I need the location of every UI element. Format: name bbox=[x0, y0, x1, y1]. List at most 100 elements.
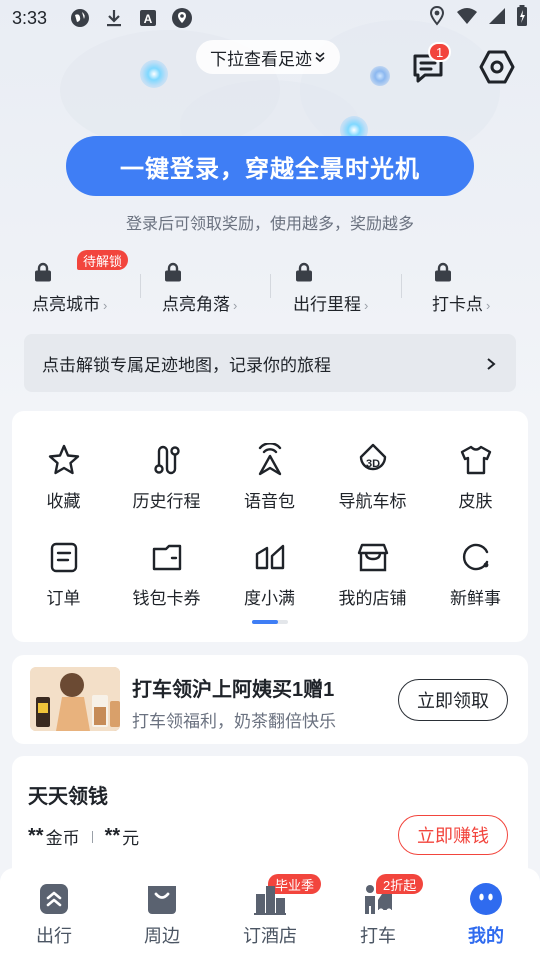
lock-icon bbox=[295, 262, 313, 282]
chevron-right-icon bbox=[484, 356, 498, 370]
footprint-stats-row: 待解锁 点亮城市 › 点亮角落 › 出行里程 › 打卡点 › bbox=[0, 250, 540, 316]
tool-label: 导航车标 bbox=[338, 492, 407, 511]
tab-taxi[interactable]: 2折起 打车 bbox=[324, 868, 432, 960]
chevron-right-icon: › bbox=[364, 298, 369, 313]
tool-label: 钱包卡券 bbox=[132, 589, 201, 608]
tab-label: 周边 bbox=[144, 926, 180, 946]
signal-icon bbox=[488, 7, 506, 30]
tool-fresh-news[interactable]: 新鲜事 bbox=[424, 540, 527, 620]
lock-icon bbox=[164, 262, 182, 282]
tool-label: 度小满 bbox=[244, 589, 295, 608]
taxi-icon bbox=[361, 882, 395, 916]
unlock-footprint-map-bar[interactable]: 点击解锁专属足迹地图，记录你的旅程 bbox=[24, 334, 516, 392]
tab-label: 出行 bbox=[36, 926, 72, 946]
tool-label: 订单 bbox=[46, 589, 81, 608]
location-icon bbox=[428, 5, 446, 31]
pull-hint-label: 下拉查看足迹 bbox=[210, 49, 312, 69]
tool-duxiaoman[interactable]: 度小满 bbox=[218, 540, 321, 620]
footprint-glow-marker bbox=[140, 60, 168, 88]
footprint-glow-marker bbox=[370, 66, 390, 86]
unlock-bar-text: 点击解锁专属足迹地图，记录你的旅程 bbox=[42, 355, 331, 375]
divider bbox=[140, 274, 141, 298]
login-reward-hint: 登录后可领取奖励，使用越多，奖励越多 bbox=[125, 216, 414, 233]
stat-label: 点亮角落 bbox=[162, 295, 230, 314]
stat-checkin-spots[interactable]: 打卡点 › bbox=[432, 256, 540, 316]
shirt-icon bbox=[459, 443, 493, 477]
tool-wallet-coupons[interactable]: 钱包卡券 bbox=[115, 540, 218, 620]
earn-now-button[interactable]: 立即赚钱 bbox=[398, 815, 508, 855]
a-box-icon: A bbox=[137, 7, 159, 29]
tool-my-shop[interactable]: 我的店铺 bbox=[321, 540, 424, 620]
duxiaoman-icon bbox=[253, 540, 287, 574]
message-count-badge: 1 bbox=[428, 42, 452, 62]
one-click-login-button[interactable]: 一键登录，穿越全景时光机 bbox=[66, 136, 474, 196]
stat-travel-mileage[interactable]: 出行里程 › bbox=[293, 256, 423, 316]
wifi-icon bbox=[456, 7, 478, 30]
svg-text:3D: 3D bbox=[366, 458, 380, 470]
voice-tower-icon bbox=[253, 442, 287, 477]
hotel-icon bbox=[253, 882, 287, 916]
tool-skins[interactable]: 皮肤 bbox=[424, 443, 527, 523]
grid-page-indicator bbox=[252, 620, 288, 624]
tool-nav-car-icon[interactable]: 3D 导航车标 bbox=[321, 443, 424, 523]
bottom-tab-bar: 出行 周边 毕业季 订酒店 2折起 打车 我的 bbox=[0, 868, 540, 960]
tab-label: 打车 bbox=[360, 926, 396, 946]
tab-label: 我的 bbox=[468, 926, 504, 946]
status-bar: 3:33 A bbox=[0, 0, 540, 36]
tab-nearby[interactable]: 周边 bbox=[108, 868, 216, 960]
coins-unit: 金币 bbox=[45, 829, 80, 848]
download-icon bbox=[103, 7, 125, 29]
nearby-icon bbox=[145, 882, 179, 916]
tool-label: 语音包 bbox=[244, 492, 295, 511]
tool-label: 我的店铺 bbox=[338, 589, 407, 608]
tool-label: 收藏 bbox=[46, 492, 81, 511]
claim-now-button[interactable]: 立即领取 bbox=[398, 679, 508, 721]
tool-trip-history[interactable]: 历史行程 bbox=[115, 443, 218, 523]
order-icon bbox=[47, 540, 81, 574]
tab-me[interactable]: 我的 bbox=[432, 868, 540, 960]
chevron-right-icon: › bbox=[233, 298, 238, 313]
pending-unlock-tag: 待解锁 bbox=[77, 250, 129, 270]
tab-travel[interactable]: 出行 bbox=[0, 868, 108, 960]
tool-orders[interactable]: 订单 bbox=[12, 540, 115, 620]
pull-down-footprint-hint[interactable]: 下拉查看足迹 bbox=[196, 40, 340, 74]
globe-icon bbox=[69, 7, 91, 29]
double-chevron-down-icon bbox=[314, 50, 326, 64]
cash-unit: 元 bbox=[122, 829, 140, 848]
stat-label: 打卡点 bbox=[432, 295, 483, 314]
divider bbox=[401, 274, 402, 298]
stat-lit-corners[interactable]: 点亮角落 › bbox=[162, 256, 292, 316]
chevron-right-icon: › bbox=[486, 298, 491, 313]
taxi-milk-tea-promo-card[interactable]: 打车领沪上阿姨买1赠1 打车领福利，奶茶翻倍快乐 立即领取 bbox=[12, 655, 528, 744]
milk-tea-promo-image bbox=[30, 667, 120, 731]
promo-title: 打车领沪上阿姨买1赠1 bbox=[132, 679, 335, 701]
divider bbox=[91, 830, 93, 843]
wallet-icon bbox=[150, 540, 184, 574]
cash-value: ** bbox=[104, 825, 121, 847]
travel-icon bbox=[37, 882, 71, 916]
tool-label: 皮肤 bbox=[458, 492, 493, 511]
money-balance: ** 金币 ** 元 bbox=[28, 824, 139, 849]
me-icon bbox=[469, 882, 503, 916]
stat-label: 出行里程 bbox=[293, 295, 361, 314]
tool-voice-pack[interactable]: 语音包 bbox=[218, 442, 321, 523]
chevron-right-icon: › bbox=[103, 298, 108, 313]
promo-subtitle: 打车领福利，奶茶翻倍快乐 bbox=[132, 712, 336, 731]
tab-label: 订酒店 bbox=[243, 926, 297, 946]
settings-button[interactable] bbox=[478, 48, 518, 88]
divider bbox=[270, 274, 271, 298]
star-icon bbox=[47, 443, 81, 477]
coins-value: ** bbox=[28, 825, 44, 847]
daily-earn-money-card: 天天领钱 ** 金币 ** 元 立即赚钱 bbox=[12, 756, 528, 886]
shop-icon bbox=[356, 540, 390, 574]
page-indicator-active bbox=[252, 620, 278, 624]
tool-favorites[interactable]: 收藏 bbox=[12, 443, 115, 523]
map-pin-app-icon bbox=[171, 7, 193, 29]
lock-icon bbox=[434, 262, 452, 282]
tools-grid-card: 收藏 历史行程 语音包 3D 导航车标 皮肤 订单 钱包卡券 度小满 我的店铺 … bbox=[12, 411, 528, 642]
route-icon bbox=[150, 443, 184, 477]
tool-label: 新鲜事 bbox=[450, 589, 501, 608]
settings-hexagon-icon bbox=[478, 50, 516, 90]
tab-book-hotel[interactable]: 毕业季 订酒店 bbox=[216, 868, 324, 960]
svg-text:A: A bbox=[144, 12, 153, 26]
